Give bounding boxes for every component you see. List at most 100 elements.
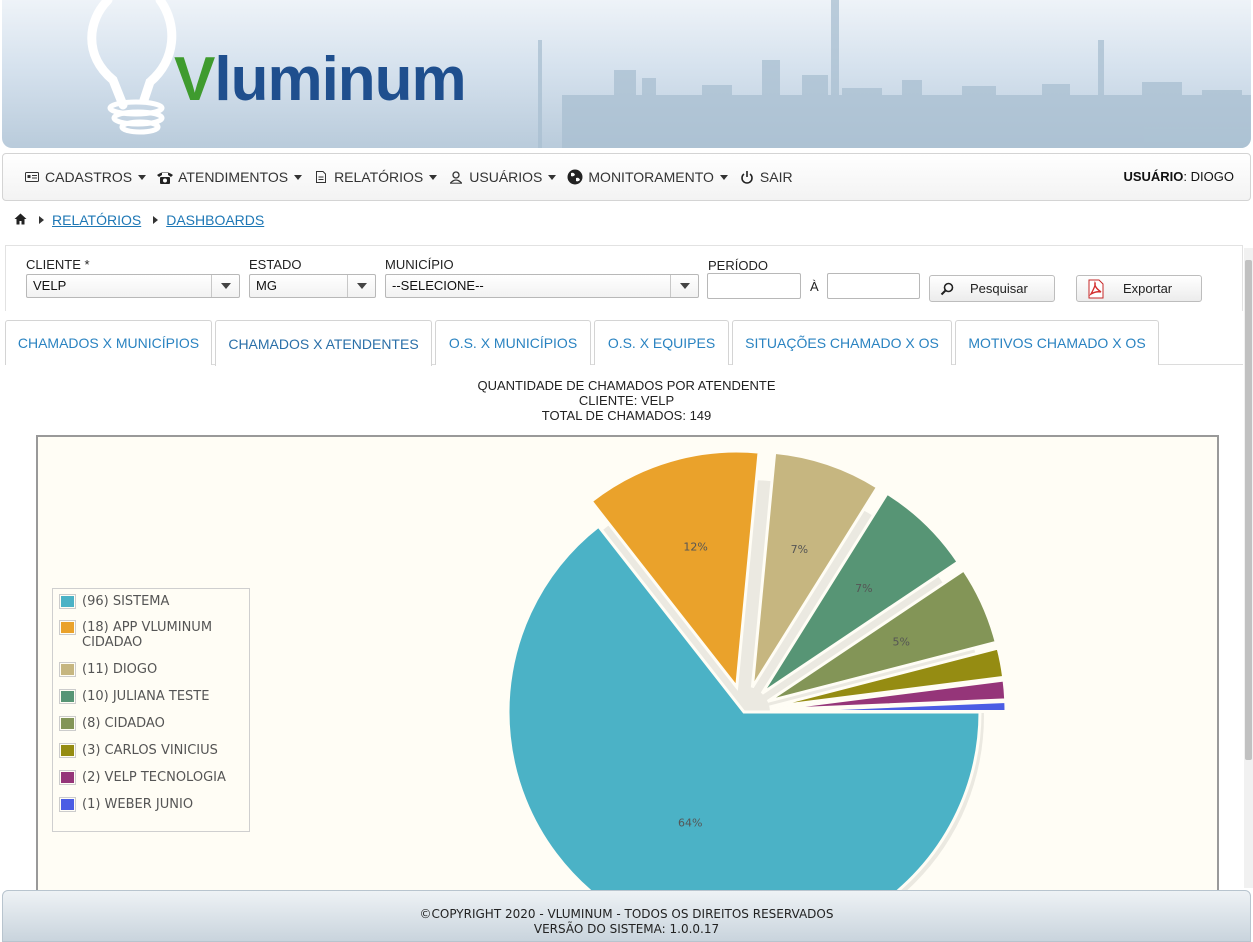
- home-icon[interactable]: [14, 212, 27, 228]
- menu-usuarios[interactable]: USUÁRIOS: [447, 169, 557, 185]
- tab-chamados-municipios[interactable]: CHAMADOS X MUNICÍPIOS: [5, 320, 212, 365]
- menu-sair[interactable]: SAIR: [738, 169, 793, 185]
- legend-swatch: [59, 797, 76, 812]
- export-button[interactable]: Exportar: [1076, 275, 1202, 302]
- legend-label: (3) CARLOS VINICIUS: [82, 743, 218, 758]
- periodo-label: PERÍODO: [708, 258, 768, 273]
- legend-label: (2) VELP TECNOLOGIA: [82, 770, 226, 785]
- chevron-down-icon: [429, 174, 438, 180]
- legend-item[interactable]: (10) JULIANA TESTE: [59, 689, 209, 704]
- legend-swatch: [59, 716, 76, 731]
- legend-swatch: [59, 594, 76, 609]
- legend-swatch: [59, 743, 76, 758]
- legend-item[interactable]: (3) CARLOS VINICIUS: [59, 743, 218, 758]
- user-separator: :: [1183, 169, 1188, 184]
- document-icon: [312, 169, 330, 185]
- pie-slice-label: 64%: [678, 816, 702, 829]
- telephone-icon: [156, 169, 174, 185]
- scrollbar-thumb[interactable]: [1245, 260, 1252, 760]
- user-icon: [447, 169, 465, 185]
- legend-label: (96) SISTEMA: [82, 594, 170, 609]
- breadcrumb-relatorios[interactable]: RELATÓRIOS: [52, 212, 141, 228]
- cliente-label: CLIENTE *: [26, 257, 90, 272]
- legend-item[interactable]: (1) WEBER JUNIO: [59, 797, 193, 812]
- export-button-label: Exportar: [1123, 281, 1173, 296]
- pie-slice-label: 5%: [892, 635, 909, 648]
- legend-label: (1) WEBER JUNIO: [82, 797, 194, 812]
- chart-subtitle: CLIENTE: VELP: [578, 393, 675, 408]
- menu-usuarios-label: USUÁRIOS: [469, 169, 543, 185]
- chevron-down-icon[interactable]: [211, 275, 239, 297]
- legend-item[interactable]: (2) VELP TECNOLOGIA: [59, 770, 226, 785]
- footer-copyright: ©COPYRIGHT 2020 - VLUMINUM - TODOS OS DI…: [419, 907, 834, 921]
- page-scrollbar[interactable]: [1244, 248, 1253, 888]
- legend-item[interactable]: (8) CIDADAO: [59, 716, 165, 731]
- legend-swatch: [59, 662, 76, 677]
- legend-item[interactable]: (11) DIOGO: [59, 662, 157, 677]
- search-button[interactable]: Pesquisar: [929, 275, 1055, 302]
- current-user: USUÁRIO: DIOGO: [1123, 169, 1234, 184]
- menu-relatorios[interactable]: RELATÓRIOS: [312, 169, 438, 185]
- pie-chart-container: 64% 12% 7% 7% 5% (96) SISTEMA (18) APP VLUMI…: [36, 435, 1219, 895]
- chevron-down-icon: [719, 174, 728, 180]
- chevron-down-icon: [294, 174, 303, 180]
- chevron-down-icon: [548, 174, 557, 180]
- pie-slice-label: 7%: [791, 543, 808, 556]
- chart-total: TOTAL DE CHAMADOS: 149: [541, 408, 712, 423]
- menu-atendimentos[interactable]: ATENDIMENTOS: [156, 169, 303, 185]
- periodo-separator: À: [810, 279, 819, 294]
- breadcrumb: RELATÓRIOS DASHBOARDS: [14, 212, 264, 228]
- power-icon: [738, 169, 756, 185]
- legend-item[interactable]: (96) SISTEMA: [59, 594, 169, 609]
- menu-sair-label: SAIR: [759, 169, 793, 185]
- estado-select[interactable]: MG: [249, 274, 376, 298]
- user-name: DIOGO: [1190, 169, 1234, 184]
- estado-value: MG: [256, 278, 277, 293]
- estado-label: ESTADO: [249, 257, 302, 272]
- legend-swatch: [59, 620, 76, 635]
- legend-item[interactable]: (18) APP VLUMINUM CIDADAO: [59, 620, 229, 650]
- pie-slice-label: 7%: [855, 582, 872, 595]
- cliente-value: VELP: [33, 278, 67, 293]
- legend-swatch: [59, 770, 76, 785]
- legend-swatch: [59, 689, 76, 704]
- user-label: USUÁRIO: [1123, 169, 1184, 184]
- menu-cadastros[interactable]: CADASTROS: [23, 169, 147, 185]
- periodo-start-input[interactable]: [707, 273, 801, 299]
- pdf-icon: [1087, 279, 1105, 299]
- cliente-select[interactable]: VELP: [26, 274, 240, 298]
- legend-label: (8) CIDADAO: [82, 716, 165, 731]
- tab-os-equipes[interactable]: O.S. X EQUIPES: [594, 320, 729, 365]
- chart-legend: (96) SISTEMA (18) APP VLUMINUM CIDADAO (…: [52, 588, 250, 832]
- tab-situacoes-chamado-os[interactable]: SITUAÇÕES CHAMADO X OS: [732, 320, 952, 365]
- municipio-select[interactable]: --SELECIONE--: [385, 274, 699, 298]
- chevron-down-icon[interactable]: [347, 275, 375, 297]
- menu-monitoramento-label: MONITORAMENTO: [588, 169, 714, 185]
- search-button-label: Pesquisar: [970, 281, 1028, 296]
- chevron-down-icon[interactable]: [670, 275, 698, 297]
- filter-panel: CLIENTE * VELP ESTADO MG MUNICÍPIO --SEL…: [5, 245, 1243, 311]
- pie-slice-label: 12%: [683, 541, 707, 554]
- breadcrumb-separator-icon: [153, 216, 159, 224]
- municipio-label: MUNICÍPIO: [385, 257, 454, 272]
- tab-motivos-chamado-os[interactable]: MOTIVOS CHAMADO X OS: [955, 320, 1159, 365]
- legend-label: (18) APP VLUMINUM CIDADAO: [82, 620, 213, 650]
- legend-label: (11) DIOGO: [82, 662, 158, 677]
- footer: ©COPYRIGHT 2020 - VLUMINUM - TODOS OS DI…: [2, 890, 1251, 942]
- report-tabs: CHAMADOS X MUNICÍPIOS CHAMADOS X ATENDEN…: [5, 320, 1243, 366]
- periodo-end-input[interactable]: [827, 273, 920, 299]
- tab-os-municipios[interactable]: O.S. X MUNICÍPIOS: [435, 320, 591, 365]
- tab-chamados-atendentes[interactable]: CHAMADOS X ATENDENTES: [215, 320, 432, 366]
- search-icon: [940, 282, 954, 296]
- municipio-value: --SELECIONE--: [392, 278, 484, 293]
- logo-rest: luminum: [214, 45, 466, 114]
- chevron-down-icon: [138, 174, 147, 180]
- menu-monitoramento[interactable]: MONITORAMENTO: [566, 169, 728, 185]
- breadcrumb-dashboards[interactable]: DASHBOARDS: [166, 212, 264, 228]
- app-logo: Vluminum: [174, 44, 467, 115]
- menu-atendimentos-label: ATENDIMENTOS: [178, 169, 289, 185]
- breadcrumb-separator-icon: [39, 216, 44, 224]
- legend-label: (10) JULIANA TESTE: [82, 689, 210, 704]
- menu-cadastros-label: CADASTROS: [45, 169, 133, 185]
- globe-icon: [566, 169, 584, 185]
